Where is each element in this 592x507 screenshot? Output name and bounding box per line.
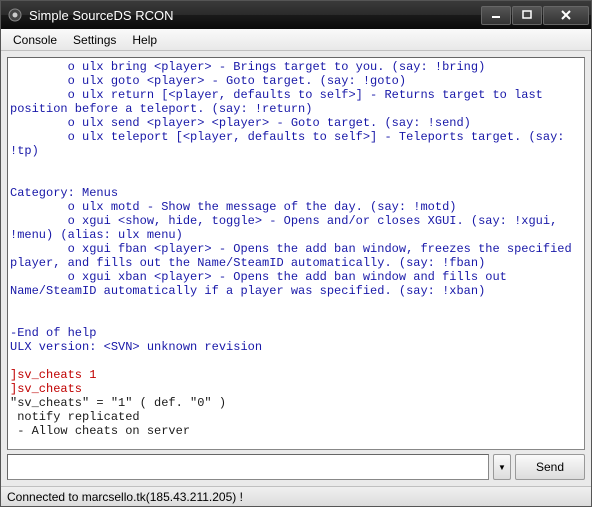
console-line: o ulx teleport [<player, defaults to sel… xyxy=(10,130,582,158)
window-title: Simple SourceDS RCON xyxy=(29,8,481,23)
maximize-button[interactable] xyxy=(512,6,542,25)
console-line: ULX version: <SVN> unknown revision xyxy=(10,340,582,354)
console-line: o ulx bring <player> - Brings target to … xyxy=(10,60,582,74)
console-line: notify replicated xyxy=(10,410,582,424)
console-line: ]sv_cheats 1 xyxy=(10,368,582,382)
history-dropdown-button[interactable]: ▼ xyxy=(493,454,511,480)
console-line: o ulx return [<player, defaults to self>… xyxy=(10,88,582,116)
app-icon xyxy=(7,7,23,23)
console-output[interactable]: o ulx bring <player> - Brings target to … xyxy=(7,57,585,450)
console-line: o ulx send <player> <player> - Goto targ… xyxy=(10,116,582,130)
console-line: o xgui <show, hide, toggle> - Opens and/… xyxy=(10,214,582,242)
status-text: Connected to marcsello.tk(185.43.211.205… xyxy=(7,490,243,504)
menu-help[interactable]: Help xyxy=(124,31,165,49)
console-line: o xgui xban <player> - Opens the add ban… xyxy=(10,270,582,298)
command-input[interactable] xyxy=(7,454,489,480)
minimize-button[interactable] xyxy=(481,6,511,25)
console-line xyxy=(10,298,582,312)
console-line: - Allow cheats on server xyxy=(10,424,582,438)
window-controls xyxy=(481,6,589,25)
chevron-down-icon: ▼ xyxy=(498,463,506,472)
client-area: o ulx bring <player> - Brings target to … xyxy=(1,51,591,486)
close-button[interactable] xyxy=(543,6,589,25)
statusbar: Connected to marcsello.tk(185.43.211.205… xyxy=(1,486,591,506)
console-line xyxy=(10,158,582,172)
send-button[interactable]: Send xyxy=(515,454,585,480)
console-line: Category: Menus xyxy=(10,186,582,200)
console-line: ]sv_cheats xyxy=(10,382,582,396)
input-row: ▼ Send xyxy=(7,454,585,480)
menubar: Console Settings Help xyxy=(1,29,591,51)
console-line: -End of help xyxy=(10,326,582,340)
console-line xyxy=(10,354,582,368)
console-line: o xgui fban <player> - Opens the add ban… xyxy=(10,242,582,270)
titlebar[interactable]: Simple SourceDS RCON xyxy=(1,1,591,29)
app-window: Simple SourceDS RCON Console Settings He… xyxy=(0,0,592,507)
console-line: o ulx goto <player> - Goto target. (say:… xyxy=(10,74,582,88)
menu-settings[interactable]: Settings xyxy=(65,31,124,49)
console-line xyxy=(10,312,582,326)
menu-console[interactable]: Console xyxy=(5,31,65,49)
console-line xyxy=(10,172,582,186)
console-line: o ulx motd - Show the message of the day… xyxy=(10,200,582,214)
console-line: "sv_cheats" = "1" ( def. "0" ) xyxy=(10,396,582,410)
